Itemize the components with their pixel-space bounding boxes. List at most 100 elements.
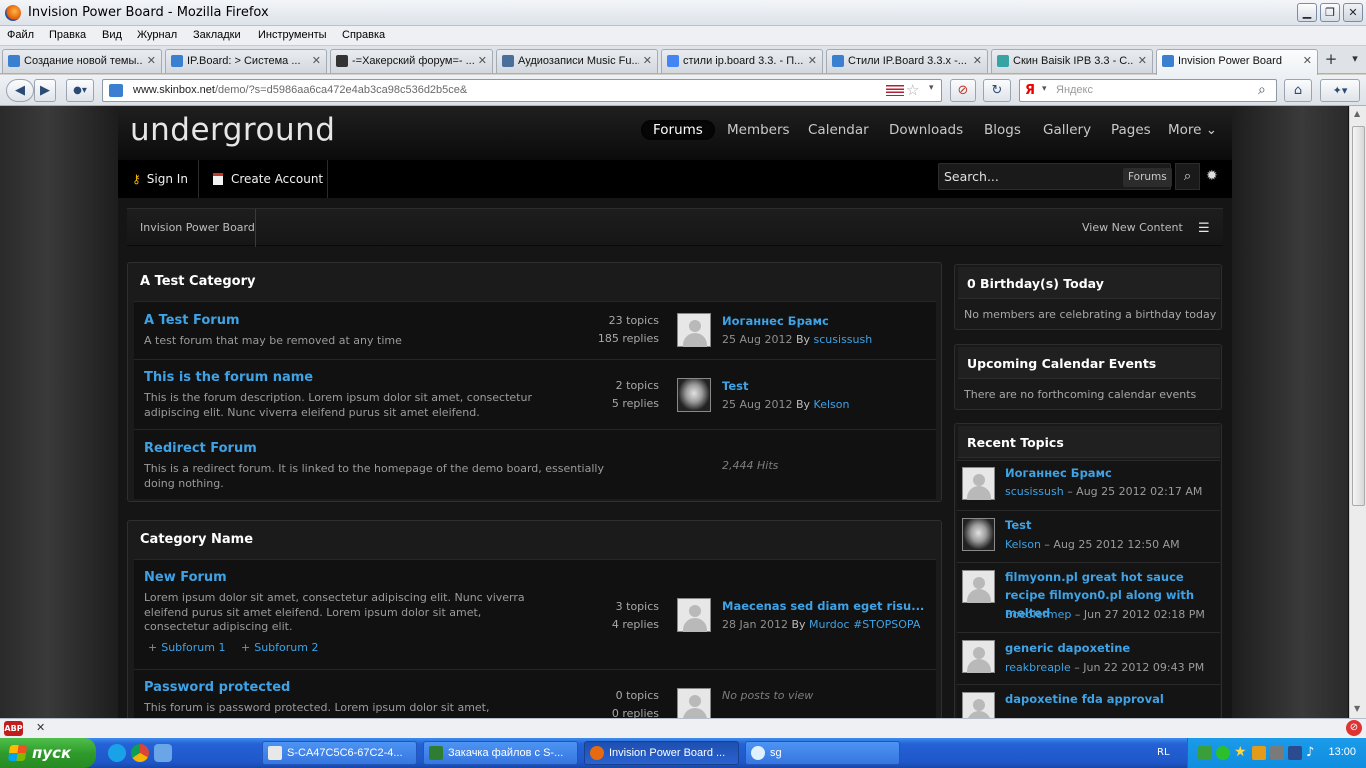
avatar[interactable] <box>962 518 995 551</box>
nav-gallery[interactable]: Gallery <box>1043 122 1091 138</box>
breadcrumb[interactable]: Invision Power Board <box>140 221 255 234</box>
taskbar-window-button-active[interactable]: Invision Power Board ... <box>584 741 739 765</box>
tab-list-icon[interactable]: ▾ <box>1344 49 1366 69</box>
tab-close-icon[interactable]: ✕ <box>973 54 982 67</box>
menu-view[interactable]: Вид <box>102 29 122 41</box>
browser-tab[interactable]: Стили IP.Board 3.3.x -... ✕ <box>826 49 988 73</box>
url-bar[interactable]: www.skinbox.net/demo/?s=d5986aa6ca472e4a… <box>102 79 942 102</box>
search-icon[interactable]: ⌕ <box>1258 82 1266 98</box>
avatar[interactable] <box>962 640 995 673</box>
recent-topic-title[interactable]: Иоганнес Брамс <box>1005 464 1112 482</box>
tab-close-icon[interactable]: ✕ <box>643 54 652 67</box>
subforum-link[interactable]: + Subforum 2 <box>241 641 318 654</box>
avatar[interactable] <box>677 313 711 347</box>
avatar[interactable] <box>677 598 711 632</box>
browser-tab[interactable]: Создание новой темы... ✕ <box>2 49 162 73</box>
back-button[interactable]: ◀ <box>6 79 34 102</box>
addon-bar-close-icon[interactable]: ✕ <box>36 721 45 734</box>
quicklaunch-icon[interactable] <box>154 744 172 762</box>
avatar[interactable] <box>962 570 995 603</box>
nav-pages[interactable]: Pages <box>1111 122 1151 138</box>
browser-tab-active[interactable]: Invision Power Board ✕ <box>1156 49 1318 75</box>
nav-downloads[interactable]: Downloads <box>889 122 963 138</box>
search-engine-box[interactable]: Я ▾ Яндекс ⌕ <box>1019 79 1277 102</box>
menu-tools[interactable]: Инструменты <box>258 29 327 41</box>
category-title[interactable]: Category Name <box>140 532 253 547</box>
forum-name[interactable]: Password protected <box>144 680 290 695</box>
menu-help[interactable]: Справка <box>342 29 385 41</box>
home-button[interactable]: ⌂ <box>1284 79 1312 102</box>
minimize-button[interactable]: ▁ <box>1297 3 1317 22</box>
last-post-title[interactable]: Maecenas sed diam eget risu... <box>722 599 924 613</box>
browser-tab[interactable]: -=Хакерский форум=- ... ✕ <box>330 49 493 73</box>
view-new-content-link[interactable]: View New Content <box>1082 221 1183 234</box>
nav-more[interactable]: More ⌄ <box>1168 122 1217 138</box>
recent-topic-user[interactable]: reakbreaple <box>1005 661 1071 674</box>
menu-file[interactable]: Файл <box>7 29 34 41</box>
language-indicator[interactable]: RL <box>1157 747 1170 758</box>
scroll-down-icon[interactable]: ▼ <box>1354 704 1360 713</box>
browser-tab[interactable]: Аудиозаписи Music Fu... ✕ <box>496 49 658 73</box>
recent-topic-user[interactable]: scusissush <box>1005 485 1064 498</box>
browser-tab[interactable]: стили ip.board 3.3. - П... ✕ <box>661 49 823 73</box>
adblock-plus-icon[interactable]: ABP <box>4 721 23 736</box>
start-button[interactable]: пуск <box>0 738 96 768</box>
list-icon[interactable]: ☰ <box>1198 221 1210 236</box>
tray-icon[interactable] <box>1270 746 1284 760</box>
engine-dropdown-icon[interactable]: ▾ <box>1042 84 1047 94</box>
history-dropdown-icon[interactable]: ●▾ <box>66 79 94 102</box>
forum-search-input[interactable]: Search... Forums <box>938 163 1172 190</box>
tray-icon[interactable] <box>1216 746 1230 760</box>
category-title[interactable]: A Test Category <box>140 274 256 289</box>
nav-members[interactable]: Members <box>727 122 790 138</box>
avatar[interactable] <box>677 378 711 412</box>
network-icon[interactable] <box>1288 746 1302 760</box>
addon-menu-icon[interactable]: ✦▾ <box>1320 79 1360 102</box>
create-account-link[interactable]: Create Account <box>199 160 328 198</box>
maximize-button[interactable]: ❐ <box>1320 3 1340 22</box>
star-tray-icon[interactable]: ★ <box>1234 744 1247 760</box>
forum-name[interactable]: Redirect Forum <box>144 441 257 456</box>
forum-name[interactable]: New Forum <box>144 570 227 585</box>
recent-topic-user[interactable]: Boeolermep <box>1005 608 1071 621</box>
scrollbar-thumb[interactable] <box>1352 126 1365 506</box>
avatar[interactable] <box>962 692 995 718</box>
tab-close-icon[interactable]: ✕ <box>1138 54 1147 67</box>
forward-button[interactable]: ▶ <box>34 79 56 102</box>
search-icon[interactable]: ⌕ <box>1175 163 1200 190</box>
close-window-button[interactable]: ✕ <box>1343 3 1363 22</box>
gear-icon[interactable]: ✹ <box>1206 168 1218 184</box>
taskbar-window-button[interactable]: Закачка файлов с S-... <box>423 741 578 765</box>
recent-topic-user[interactable]: Kelson <box>1005 538 1041 551</box>
avatar[interactable] <box>962 467 995 500</box>
chrome-icon[interactable] <box>131 744 149 762</box>
site-identity-icon[interactable] <box>109 84 123 97</box>
adblock-icon[interactable]: ⊘ <box>950 79 976 102</box>
subforum-link[interactable]: + Subforum 1 <box>148 641 225 654</box>
reload-button[interactable]: ↻ <box>983 79 1011 102</box>
last-post-user[interactable]: Murdoc #STOPSOPA <box>809 618 920 631</box>
last-post-user[interactable]: Kelson <box>814 398 850 411</box>
skype-icon[interactable] <box>108 744 126 762</box>
nav-blogs[interactable]: Blogs <box>984 122 1021 138</box>
nav-calendar[interactable]: Calendar <box>808 122 869 138</box>
search-scope-button[interactable]: Forums <box>1123 168 1172 187</box>
volume-icon[interactable]: ♪ <box>1306 745 1314 760</box>
yandex-icon[interactable]: Я <box>1025 83 1035 98</box>
menu-history[interactable]: Журнал <box>137 29 177 41</box>
sign-in-link[interactable]: ⚷ Sign In <box>118 160 199 198</box>
site-logo[interactable]: underground <box>130 112 335 148</box>
taskbar-window-button[interactable]: sg <box>745 741 900 765</box>
tray-icon[interactable] <box>1198 746 1212 760</box>
forum-name[interactable]: A Test Forum <box>144 313 240 328</box>
forum-name[interactable]: This is the forum name <box>144 370 313 385</box>
browser-tab[interactable]: IP.Board: > Система ... ✕ <box>165 49 327 73</box>
tab-close-icon[interactable]: ✕ <box>808 54 817 67</box>
scroll-up-icon[interactable]: ▲ <box>1354 109 1360 118</box>
menu-edit[interactable]: Правка <box>49 29 86 41</box>
recent-topic-title[interactable]: Test <box>1005 516 1031 534</box>
menu-bookmarks[interactable]: Закладки <box>193 29 241 41</box>
tab-close-icon[interactable]: ✕ <box>478 54 487 67</box>
tab-close-icon[interactable]: ✕ <box>312 54 321 67</box>
taskbar-window-button[interactable]: S-CA47C5C6-67C2-4... <box>262 741 417 765</box>
